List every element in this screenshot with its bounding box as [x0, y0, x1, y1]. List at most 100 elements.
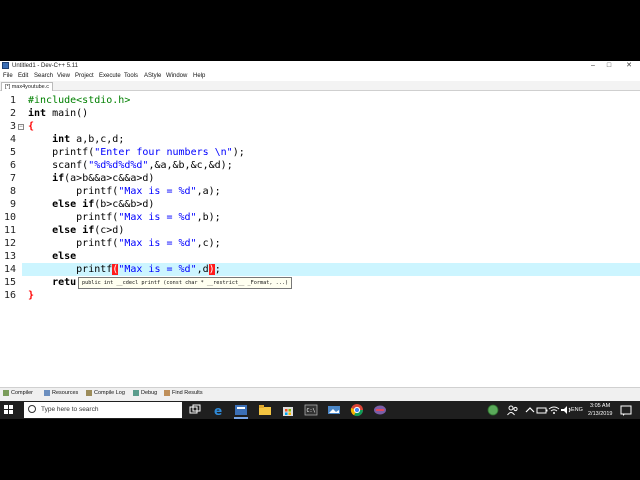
code-text: printf(	[28, 238, 119, 249]
tab-resources[interactable]: Resources	[44, 389, 78, 398]
menu-file[interactable]: File	[3, 71, 13, 81]
code-text: ,c);	[196, 238, 221, 249]
devcpp-taskbar-icon[interactable]	[234, 403, 248, 417]
code-line-4: int a,b,c,d;	[28, 133, 124, 146]
input-language[interactable]: ENG	[571, 407, 583, 413]
line-number: 10	[3, 212, 16, 223]
code-text: (a>b&&a>c&&a>d)	[64, 173, 155, 184]
code-text: ;	[214, 264, 221, 275]
keyword: else if	[52, 199, 95, 210]
tab-label: Compile Log	[94, 390, 125, 396]
code-text: a,b,c,d;	[70, 134, 125, 145]
code-text: );	[232, 147, 245, 158]
tab-compile-log[interactable]: Compile Log	[86, 389, 125, 398]
devcpp-app-icon	[2, 62, 9, 69]
search-icon	[28, 405, 36, 413]
code-text: main()	[46, 108, 89, 119]
line-number: 1	[9, 95, 16, 106]
menu-view[interactable]: View	[57, 71, 70, 81]
edge-browser-icon[interactable]: e	[212, 403, 226, 417]
clock-date[interactable]: 2/13/2019	[588, 411, 612, 417]
find-results-icon	[164, 389, 170, 396]
maximize-button[interactable]: □	[598, 61, 620, 71]
tab-label: Resources	[52, 390, 79, 396]
menu-project[interactable]: Project	[75, 71, 94, 81]
tab-label: Debug	[141, 390, 158, 396]
desktop-screen: Untitled1 - Dev-C++ 5.11 – □ ✕ File Edit…	[0, 61, 640, 419]
taskbar-search-box[interactable]: Type here to search	[24, 402, 182, 418]
debug-icon	[133, 389, 139, 396]
brace: {	[28, 121, 35, 132]
string-literal: "%d%d%d%d"	[88, 160, 149, 171]
tab-find-results[interactable]: Find Results	[164, 389, 203, 398]
svg-text:e: e	[214, 404, 222, 417]
menu-astyle[interactable]: AStyle	[144, 71, 161, 81]
keyword: int	[28, 108, 47, 119]
code-text: scanf(	[28, 160, 89, 171]
function-signature-tooltip: public int __cdecl printf (const char * …	[78, 277, 293, 289]
keyword: int	[52, 134, 71, 145]
clock-time[interactable]: 3:05 AM	[590, 403, 610, 409]
string-literal: "Max is = %d"	[118, 238, 197, 249]
code-line-2: int main()	[28, 107, 88, 120]
code-line-5: printf("Enter four numbers \n");	[28, 146, 245, 159]
store-icon[interactable]	[281, 403, 295, 417]
line-number: 11	[3, 225, 16, 236]
task-view-icon[interactable]	[188, 403, 202, 417]
tab-debug[interactable]: Debug	[133, 389, 157, 398]
compiler-icon	[3, 389, 9, 396]
code-line-11: else if(c>d)	[28, 224, 124, 237]
code-text: ,d	[196, 264, 209, 275]
menu-edit[interactable]: Edit	[18, 71, 28, 81]
string-literal: "Max is = %d"	[118, 186, 197, 197]
fold-toggle-icon[interactable]: −	[18, 124, 24, 130]
close-button[interactable]: ✕	[618, 61, 640, 71]
media-app-icon[interactable]	[373, 403, 387, 417]
code-editor[interactable]: 1 2 3 4 5 6 7 8 9 10 11 12 13 14 15 16 −…	[0, 91, 640, 387]
tab-compiler[interactable]: Compiler	[3, 389, 33, 398]
windows-taskbar: Type here to search e C:\ ENG 3:05 AM 2/…	[0, 401, 640, 419]
code-line-9: else if(b>c&&b>d)	[28, 198, 154, 211]
svg-text:C:\: C:\	[307, 408, 316, 414]
line-number: 14	[3, 264, 16, 275]
network-globe-icon[interactable]	[486, 403, 500, 417]
action-center-icon[interactable]	[619, 403, 633, 417]
terminal-icon[interactable]: C:\	[304, 403, 318, 417]
code-line-12: printf("Max is = %d",c);	[28, 237, 221, 250]
line-number: 16	[3, 290, 16, 301]
line-number: 12	[3, 238, 16, 249]
keyword: if	[52, 173, 65, 184]
code-line-14: printf("Max is = %d",d);	[28, 263, 221, 276]
code-text: printf(	[28, 186, 119, 197]
line-number: 8	[9, 186, 16, 197]
code-text: ,&a,&b,&c,&d);	[148, 160, 233, 171]
tab-label: Compiler	[11, 390, 34, 396]
chrome-browser-icon[interactable]	[350, 403, 364, 417]
window-title: Untitled1 - Dev-C++ 5.11	[12, 63, 78, 69]
menu-execute[interactable]: Execute	[99, 71, 121, 81]
code-line-1: #include<stdio.h>	[28, 94, 130, 107]
line-number: 2	[9, 108, 16, 119]
code-text: printf(	[28, 212, 119, 223]
file-tab-max4youtube[interactable]: [*] max4youtube.c	[1, 82, 54, 91]
code-text: (c>d)	[94, 225, 125, 236]
compile-log-icon	[86, 389, 92, 396]
menu-tools[interactable]: Tools	[124, 71, 138, 81]
code-line-16: }	[28, 289, 34, 302]
bottom-panel-tabs: Compiler Resources Compile Log Debug Fin…	[0, 387, 640, 398]
code-text: ,a);	[196, 186, 221, 197]
active-app-indicator	[234, 417, 248, 419]
string-literal: "Enter four numbers \n"	[94, 147, 233, 158]
string-literal: "Max is = %d"	[118, 264, 197, 275]
menu-search[interactable]: Search	[34, 71, 53, 81]
menu-help[interactable]: Help	[193, 71, 205, 81]
menu-window[interactable]: Window	[166, 71, 187, 81]
photos-icon[interactable]	[327, 403, 341, 417]
code-text: (b>c&&b>d)	[94, 199, 155, 210]
people-icon[interactable]	[506, 403, 520, 417]
file-explorer-icon[interactable]	[258, 403, 272, 417]
windows-start-icon[interactable]	[4, 405, 14, 415]
